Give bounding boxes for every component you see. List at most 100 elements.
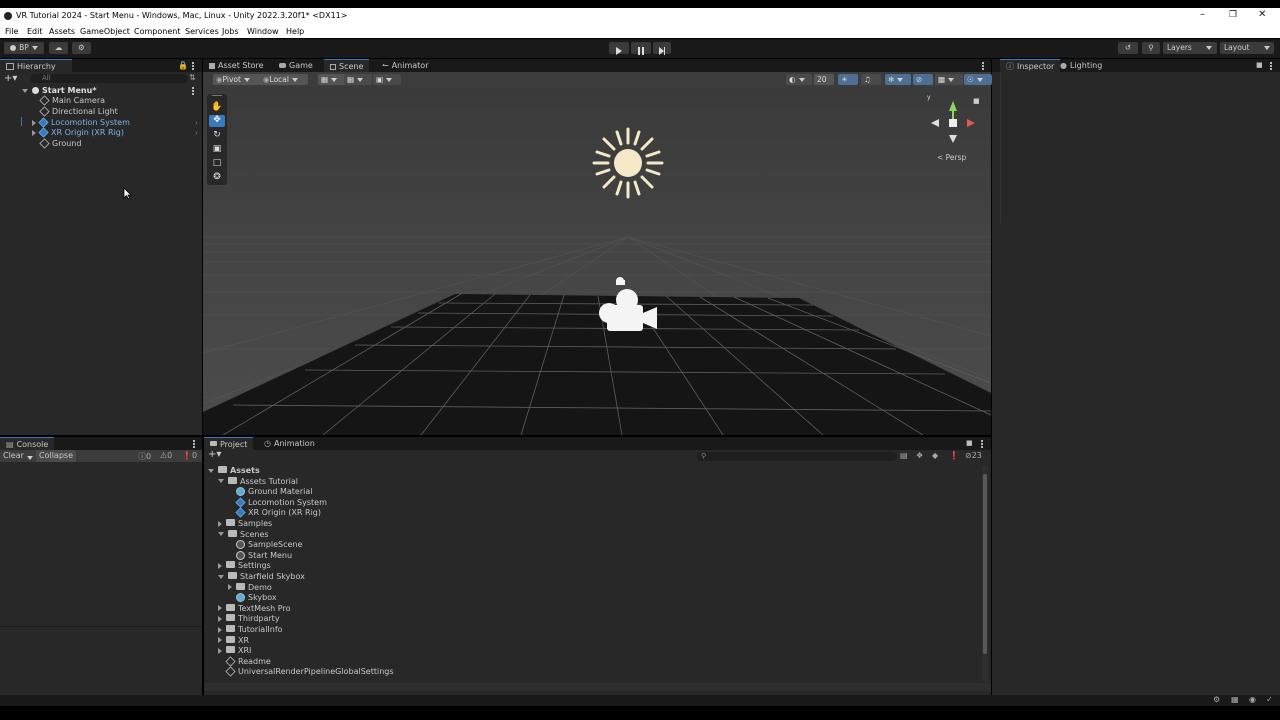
log-toggle[interactable]: ⓘ0 — [138, 451, 151, 462]
search-by-label-icon[interactable]: ❖ — [916, 451, 923, 460]
menu-window[interactable]: Window — [247, 27, 279, 36]
search-by-type-icon[interactable]: ▤ — [900, 451, 908, 460]
tab-inspector[interactable]: ⓘ Inspector — [1000, 59, 1061, 73]
rect-tool-icon[interactable]: □ — [210, 158, 224, 168]
clear-options-dropdown[interactable] — [27, 453, 33, 462]
transform-tool-icon[interactable]: ❂ — [210, 172, 224, 182]
cloud-icon[interactable]: ☁ — [49, 42, 68, 54]
step-button[interactable] — [653, 42, 671, 55]
scene-menu-icon[interactable] — [192, 90, 194, 92]
hierarchy-item[interactable]: Ground — [39, 138, 81, 149]
status-check-icon[interactable]: ✓ — [1266, 695, 1273, 704]
expand-arrow-icon[interactable] — [218, 615, 222, 622]
chevron-right-icon[interactable]: › — [195, 129, 198, 137]
search-icon[interactable]: ⚲ — [1142, 42, 1160, 54]
project-lock-icon[interactable]: ■ — [966, 439, 973, 447]
scale-tool-icon[interactable]: ▣ — [210, 144, 224, 154]
tab-console[interactable]: ▤ Console — [0, 437, 55, 451]
menu-jobs[interactable]: Jobs — [222, 27, 239, 36]
clear-button[interactable]: Clear — [3, 451, 24, 460]
restore-icon[interactable]: ❐ — [1229, 10, 1237, 20]
project-search-input[interactable]: ⚲ — [697, 452, 897, 461]
project-tree-item[interactable]: Start Menu — [228, 550, 292, 561]
menu-help[interactable]: Help — [286, 27, 304, 36]
account-dropdown[interactable]: BP — [4, 42, 44, 54]
network-icon[interactable]: ◉ — [1249, 695, 1256, 704]
project-tree-item[interactable]: SampleScene — [228, 539, 302, 550]
tab-scene[interactable]: Scene — [324, 59, 370, 73]
project-tree-item[interactable]: UniversalRenderPipelineGlobalSettings — [218, 666, 394, 677]
expand-arrow-icon[interactable] — [218, 637, 222, 644]
scene-viewport[interactable]: y ■ < Persp ✋ ✥ ↻ ▣ □ ❂ — [203, 87, 991, 435]
collapse-arrow-icon[interactable] — [218, 479, 224, 484]
gizmo-lock-icon[interactable]: ■ — [973, 97, 980, 105]
error-toggle[interactable]: ❗0 — [182, 451, 197, 460]
tag-icon[interactable]: ◆ — [932, 451, 938, 460]
hidden-objects-icon[interactable]: ⊘ — [913, 74, 933, 85]
tab-hierarchy[interactable]: Hierarchy — [0, 59, 72, 73]
expand-arrow-icon[interactable] — [228, 584, 232, 591]
close-icon[interactable]: ✕ — [1258, 9, 1266, 20]
chevron-right-icon[interactable]: › — [195, 119, 198, 127]
effects-dropdown[interactable]: ❄ — [885, 74, 911, 85]
camera-dropdown[interactable]: ▩ — [935, 74, 963, 85]
gizmos-dropdown[interactable]: ☉ — [964, 74, 992, 85]
layers-dropdown[interactable]: Layers — [1163, 42, 1217, 54]
play-button[interactable] — [609, 42, 629, 55]
pivot-dropdown[interactable]: ◉Pivot — [213, 74, 261, 85]
project-tree-item[interactable]: Locomotion System — [228, 497, 327, 508]
project-tree-item[interactable]: Assets Tutorial — [218, 476, 298, 487]
debug-icon[interactable]: ▦ — [1231, 695, 1239, 704]
twod-toggle[interactable]: 20 — [814, 74, 834, 85]
lock-icon[interactable]: 🔒 — [178, 61, 188, 70]
collapse-button[interactable]: Collapse — [36, 450, 76, 462]
minimize-icon[interactable]: – — [1200, 9, 1205, 20]
create-asset-icon[interactable]: +▾ — [208, 449, 221, 460]
hierarchy-item[interactable]: Main Camera — [39, 95, 105, 106]
expand-arrow-icon[interactable] — [218, 605, 222, 612]
menu-file[interactable]: File — [5, 27, 18, 36]
console-menu-icon[interactable] — [193, 443, 195, 445]
project-menu-icon[interactable] — [981, 443, 983, 445]
expand-arrow-icon[interactable] — [218, 647, 222, 654]
project-tree-item[interactable]: TutorialInfo — [218, 624, 283, 635]
inspector-menu-icon[interactable] — [1270, 65, 1272, 67]
grid-snap-dropdown[interactable]: ▦ — [318, 74, 346, 85]
tab-asset-store[interactable]: Asset Store — [203, 59, 270, 72]
project-tree-item[interactable]: Settings — [218, 560, 271, 571]
project-tree-item[interactable]: Scenes — [218, 529, 269, 540]
project-scrollbar[interactable] — [982, 466, 988, 681]
collab-icon[interactable]: ⚙ — [72, 42, 91, 54]
warning-toggle[interactable]: ⚠0 — [160, 451, 172, 460]
project-tree-item[interactable]: Thirdparty — [218, 613, 280, 624]
tab-lighting[interactable]: ● Lighting — [1054, 59, 1108, 72]
shading-mode-dropdown[interactable]: ◐ — [786, 74, 812, 85]
collapse-arrow-icon[interactable] — [218, 532, 224, 537]
move-tool-icon[interactable]: ✥ — [209, 115, 225, 127]
warning-filter-icon[interactable]: ❗ — [949, 451, 959, 460]
pause-button[interactable] — [631, 42, 651, 55]
project-tree-item[interactable]: Skybox — [228, 592, 277, 603]
project-tree-item[interactable]: TextMesh Pro — [218, 603, 290, 614]
menu-component[interactable]: Component — [134, 27, 180, 36]
menu-edit[interactable]: Edit — [27, 27, 43, 36]
project-tree-item[interactable]: XR — [218, 635, 249, 646]
project-tree-item[interactable]: Demo — [228, 582, 272, 593]
hierarchy-item[interactable]: XR Origin (XR Rig) — [32, 127, 124, 138]
tab-animation[interactable]: ◷ Animation — [258, 437, 321, 450]
project-tree-item[interactable]: Starfield Skybox — [218, 571, 305, 582]
expand-arrow-icon[interactable] — [32, 119, 36, 126]
tab-game[interactable]: Game — [273, 59, 319, 72]
collapse-arrow-icon[interactable] — [208, 468, 214, 473]
collapse-arrow-icon[interactable] — [218, 574, 224, 579]
scrollbar-thumb[interactable] — [983, 474, 987, 654]
draw-mode-dropdown[interactable]: ▣ — [373, 74, 401, 85]
tab-animator[interactable]: ↼ Animator — [376, 59, 434, 72]
expand-arrow-icon[interactable] — [218, 562, 222, 569]
history-icon[interactable]: ↺ — [1118, 42, 1138, 54]
menu-gameobject[interactable]: GameObject — [80, 27, 130, 36]
project-tree-item[interactable]: Readme — [218, 656, 271, 667]
hierarchy-search-input[interactable]: All — [30, 74, 188, 83]
center-menu-icon[interactable] — [982, 65, 984, 67]
expand-arrow-icon[interactable] — [218, 626, 222, 633]
